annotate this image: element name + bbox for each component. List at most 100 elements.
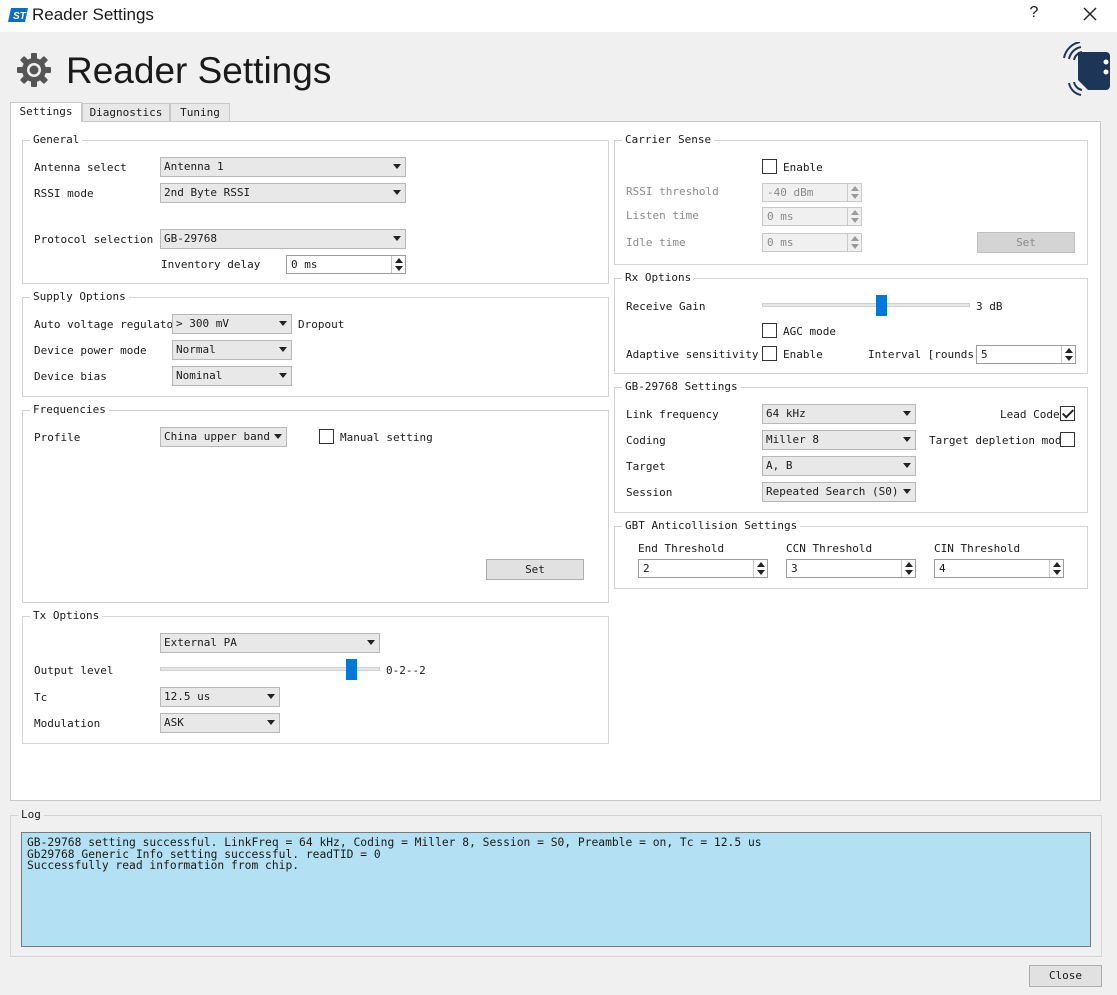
pa-select-value: External PA (164, 636, 237, 649)
st-logo-icon: ST (8, 8, 28, 22)
cin-threshold-label: CIN Threshold (934, 542, 1021, 555)
device-power-mode-value: Normal (176, 343, 216, 356)
antenna-select-label: Antenna select (34, 161, 127, 174)
lead-code-checkbox[interactable] (1060, 406, 1075, 421)
link-frequency-value: 64 kHz (766, 407, 806, 420)
receive-gain-label: Receive Gain (626, 300, 706, 313)
dropout-label: Dropout (298, 318, 345, 331)
target-depletion-mode-label: Target depletion mode (929, 434, 1069, 447)
pa-select-combo[interactable]: External PA (160, 633, 380, 653)
idle-time-label: Idle time (626, 236, 686, 249)
antenna-select-combo[interactable]: Antenna 1 (160, 157, 406, 177)
nfc-reader-icon (1063, 42, 1110, 96)
device-bias-label: Device bias (34, 370, 107, 383)
session-label: Session (626, 486, 673, 499)
target-combo[interactable]: A, B (762, 456, 916, 476)
interval-rounds-label: Interval [rounds] (868, 348, 981, 361)
profile-value: China upper band (164, 430, 270, 443)
tab-diagnostics[interactable]: Diagnostics (82, 103, 170, 122)
receive-gain-slider-handle[interactable] (875, 295, 887, 316)
tc-value: 12.5 us (164, 690, 211, 703)
close-icon[interactable] (1080, 4, 1100, 24)
output-level-slider-handle[interactable] (346, 659, 358, 680)
antenna-select-value: Antenna 1 (164, 160, 224, 173)
device-bias-combo[interactable]: Nominal (172, 366, 292, 386)
cin-threshold-spinbox[interactable]: 4 (934, 559, 1064, 578)
device-power-mode-combo[interactable]: Normal (172, 340, 292, 360)
manual-setting-checkbox[interactable] (319, 429, 334, 444)
modulation-combo[interactable]: ASK (160, 713, 280, 733)
gear-icon (17, 53, 51, 87)
carrier-sense-enable-label: Enable (783, 161, 823, 174)
rssi-threshold-label: RSSI threshold (626, 185, 719, 198)
protocol-selection-combo[interactable]: GB-29768 (160, 229, 406, 249)
link-frequency-combo[interactable]: 64 kHz (762, 404, 916, 424)
carrier-sense-set-button[interactable]: Set (977, 232, 1075, 253)
protocol-selection-value: GB-29768 (164, 232, 217, 245)
target-depletion-mode-checkbox[interactable] (1060, 432, 1075, 447)
receive-gain-slider-track[interactable] (762, 303, 970, 307)
agc-mode-label: AGC mode (783, 325, 836, 338)
manual-setting-label: Manual setting (340, 431, 433, 444)
tc-combo[interactable]: 12.5 us (160, 687, 280, 707)
inventory-delay-value: 0 ms (291, 258, 318, 271)
chevron-down-icon (279, 321, 287, 326)
listen-time-value: 0 ms (767, 210, 794, 223)
device-power-mode-label: Device power mode (34, 344, 147, 357)
ccn-threshold-label: CCN Threshold (786, 542, 873, 555)
adaptive-sensitivity-enable-label: Enable (783, 348, 823, 361)
idle-time-spinbox[interactable]: 0 ms (762, 233, 862, 252)
rx-options-title: Rx Options (622, 272, 695, 284)
rssi-mode-combo[interactable]: 2nd Byte RSSI (160, 183, 406, 203)
spin-arrows-icon[interactable] (391, 256, 405, 273)
listen-time-label: Listen time (626, 209, 699, 222)
end-threshold-spinbox[interactable]: 2 (638, 559, 768, 578)
end-threshold-label: End Threshold (638, 542, 725, 555)
inventory-delay-spinbox[interactable]: 0 ms (286, 255, 406, 274)
session-combo[interactable]: Repeated Search (S0) (762, 482, 916, 502)
supply-options-title: Supply Options (30, 291, 129, 303)
title-bar (0, 0, 1117, 32)
profile-combo[interactable]: China upper band (160, 427, 287, 447)
frequencies-set-button[interactable]: Set (486, 559, 584, 580)
coding-value: Miller 8 (766, 433, 819, 446)
interval-rounds-spinbox[interactable]: 5 (976, 345, 1076, 364)
interval-rounds-value: 5 (981, 348, 988, 361)
modulation-value: ASK (164, 716, 184, 729)
tab-tuning[interactable]: Tuning (170, 103, 230, 122)
close-button[interactable]: Close (1029, 965, 1102, 987)
spin-arrows-icon[interactable] (847, 184, 861, 201)
chevron-down-icon (393, 164, 401, 169)
chevron-down-icon (393, 236, 401, 241)
agc-mode-checkbox[interactable] (762, 323, 777, 338)
coding-combo[interactable]: Miller 8 (762, 430, 916, 450)
log-line: Successfully read information from chip. (27, 859, 300, 872)
spin-arrows-icon[interactable] (1049, 560, 1063, 577)
chevron-down-icon (279, 347, 287, 352)
idle-time-value: 0 ms (767, 236, 794, 249)
output-level-readout: 0-2--2 (386, 664, 426, 677)
help-button[interactable]: ? (1026, 4, 1042, 22)
chevron-down-icon (393, 190, 401, 195)
chevron-down-icon (279, 373, 287, 378)
spin-arrows-icon[interactable] (1061, 346, 1075, 363)
carrier-sense-enable-checkbox[interactable] (762, 159, 777, 174)
rssi-threshold-spinbox[interactable]: -40 dBm (762, 183, 862, 202)
chevron-down-icon (903, 411, 911, 416)
spin-arrows-icon[interactable] (847, 208, 861, 225)
adaptive-sensitivity-checkbox[interactable] (762, 346, 777, 361)
spin-arrows-icon[interactable] (753, 560, 767, 577)
listen-time-spinbox[interactable]: 0 ms (762, 207, 862, 226)
spin-arrows-icon[interactable] (901, 560, 915, 577)
svg-text:ST: ST (13, 11, 27, 22)
window-title: Reader Settings (32, 5, 154, 24)
log-output[interactable]: GB-29768 setting successful. LinkFreq = … (21, 832, 1091, 947)
tx-options-title: Tx Options (30, 610, 103, 622)
tab-settings[interactable]: Settings (10, 102, 82, 122)
rssi-mode-value: 2nd Byte RSSI (164, 186, 251, 199)
end-threshold-value: 2 (643, 562, 650, 575)
spin-arrows-icon[interactable] (847, 234, 861, 251)
ccn-threshold-spinbox[interactable]: 3 (786, 559, 916, 578)
auto-voltage-regulator-combo[interactable]: > 300 mV (172, 314, 292, 334)
cin-threshold-value: 4 (939, 562, 946, 575)
